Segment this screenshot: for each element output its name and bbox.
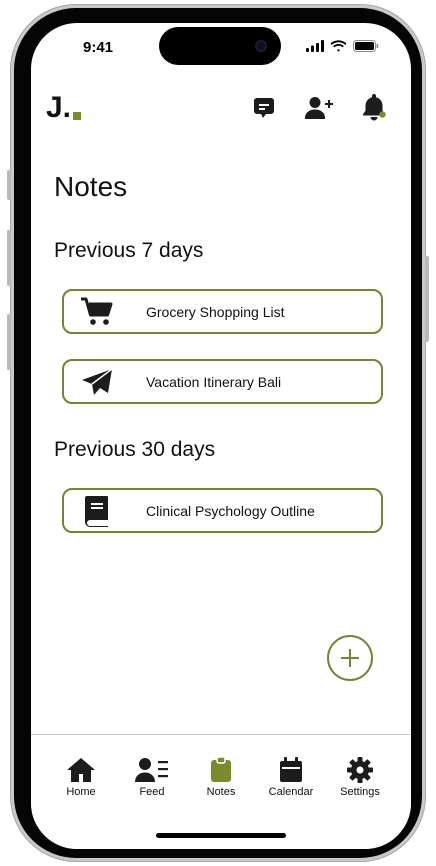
home-icon bbox=[67, 758, 95, 782]
book-icon bbox=[80, 496, 114, 527]
section-heading-7-days: Previous 7 days bbox=[54, 239, 204, 262]
tab-feed[interactable]: Feed bbox=[117, 753, 187, 798]
power-button bbox=[425, 256, 429, 342]
signal-icon bbox=[306, 40, 324, 52]
dynamic-island bbox=[159, 27, 281, 65]
tab-notes[interactable]: Notes bbox=[186, 753, 256, 798]
add-note-button[interactable] bbox=[327, 635, 373, 681]
tab-label: Feed bbox=[139, 786, 165, 798]
note-title: Vacation Itinerary Bali bbox=[146, 374, 282, 390]
feed-icon bbox=[135, 758, 168, 782]
add-user-icon[interactable] bbox=[304, 96, 334, 120]
status-time: 9:41 bbox=[83, 39, 114, 56]
home-indicator bbox=[156, 833, 286, 838]
plus-icon bbox=[341, 649, 359, 667]
note-item-grocery[interactable]: Grocery Shopping List bbox=[62, 289, 383, 334]
tab-home[interactable]: Home bbox=[46, 753, 116, 798]
action-button bbox=[7, 170, 11, 200]
clipboard-icon bbox=[211, 757, 231, 782]
volume-down-button bbox=[7, 314, 11, 370]
tab-settings[interactable]: Settings bbox=[325, 753, 395, 798]
tab-label: Home bbox=[66, 786, 96, 798]
note-title: Clinical Psychology Outline bbox=[146, 503, 315, 519]
battery-icon bbox=[353, 40, 379, 52]
cart-icon bbox=[80, 297, 114, 326]
tab-label: Calendar bbox=[268, 786, 314, 798]
bell-icon[interactable] bbox=[360, 94, 388, 122]
tab-label: Settings bbox=[340, 786, 380, 798]
message-icon[interactable] bbox=[253, 97, 275, 121]
status-icons bbox=[306, 40, 379, 52]
volume-up-button bbox=[7, 230, 11, 286]
app-logo: J. bbox=[46, 91, 72, 124]
section-heading-30-days: Previous 30 days bbox=[54, 438, 216, 461]
note-item-psychology[interactable]: Clinical Psychology Outline bbox=[62, 488, 383, 533]
logo-accent bbox=[73, 112, 81, 120]
tab-calendar[interactable]: Calendar bbox=[256, 753, 326, 798]
wifi-icon bbox=[330, 40, 347, 52]
tab-label: Notes bbox=[206, 786, 236, 798]
camera-icon bbox=[255, 40, 267, 52]
page-title: Notes bbox=[54, 171, 128, 202]
note-title: Grocery Shopping List bbox=[146, 304, 285, 320]
bottom-tab-bar: Home Feed Notes Calendar Settings bbox=[31, 734, 411, 849]
gear-icon bbox=[347, 757, 373, 783]
paper-plane-icon bbox=[80, 368, 114, 396]
note-item-vacation[interactable]: Vacation Itinerary Bali bbox=[62, 359, 383, 404]
app-screen: 9:41 J. Notes Previous 7 days Grocery Sh… bbox=[31, 23, 411, 849]
calendar-icon bbox=[280, 757, 302, 782]
